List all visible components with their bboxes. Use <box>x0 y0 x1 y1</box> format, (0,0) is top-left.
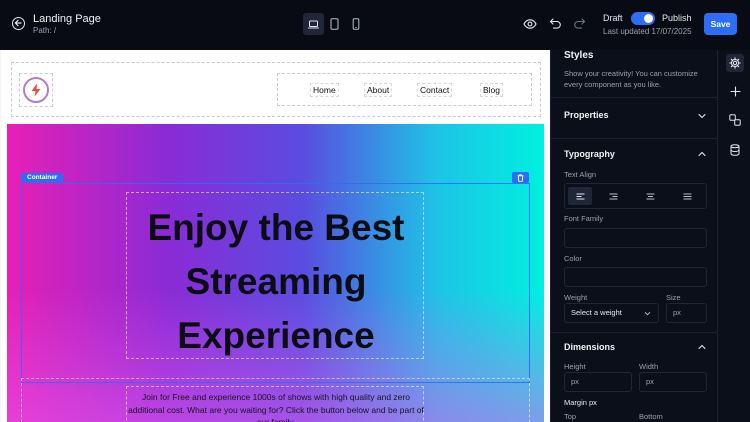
chevron-up-icon[interactable] <box>698 344 706 350</box>
container-tag: Container <box>21 173 64 182</box>
panel-title: Styles <box>564 50 594 61</box>
delete-button[interactable] <box>512 172 529 183</box>
size-input[interactable]: px <box>666 303 707 323</box>
hero-heading-block[interactable]: Enjoy the Best Streaming Experience <box>126 192 424 359</box>
chevron-down-icon[interactable] <box>698 113 706 119</box>
tablet-icon <box>330 18 339 30</box>
section-properties[interactable]: Properties <box>564 110 609 120</box>
back-button[interactable] <box>12 17 25 30</box>
divider <box>551 332 717 333</box>
site-logo <box>23 77 49 103</box>
publish-toggle[interactable] <box>631 12 655 25</box>
eye-icon <box>523 19 537 29</box>
align-justify-icon <box>683 193 692 199</box>
align-justify-button[interactable] <box>669 184 706 208</box>
color-input[interactable] <box>564 267 707 287</box>
page-title: Landing Page <box>33 13 101 25</box>
undo-button[interactable] <box>549 17 562 35</box>
page-preview: Home About Contact Blog Container Enjoy … <box>1 50 549 422</box>
rail-data-button[interactable] <box>726 141 744 159</box>
hero-heading-line-1: Enjoy the Best <box>147 207 405 248</box>
chevron-up-icon[interactable] <box>698 151 706 157</box>
preview-button[interactable] <box>523 17 537 36</box>
site-navbar[interactable]: Home About Contact Blog <box>11 62 541 117</box>
align-center-icon <box>646 193 655 199</box>
width-input[interactable]: px <box>639 372 707 392</box>
divider <box>551 97 717 98</box>
device-tablet-button[interactable] <box>324 13 345 35</box>
font-family-input[interactable] <box>564 228 707 248</box>
arrow-left-icon <box>14 19 22 27</box>
last-updated: Last updated 17/07/2025 <box>603 27 692 36</box>
right-toolbar <box>717 50 750 422</box>
hero-section[interactable]: Container Enjoy the Best Streaming Exper… <box>7 124 544 422</box>
align-left-button[interactable] <box>568 187 592 205</box>
size-label: Size <box>666 293 681 302</box>
text-align-group <box>564 183 707 209</box>
laptop-icon <box>308 20 319 28</box>
device-switcher <box>303 13 366 35</box>
nav-link-contact[interactable]: Contact <box>417 83 453 97</box>
weight-select-value: Select a weight <box>571 308 622 317</box>
page-path: Path: / <box>33 26 57 35</box>
device-mobile-button[interactable] <box>345 13 366 35</box>
text-align-label: Text Align <box>564 170 597 179</box>
margin-bottom-label: Bottom <box>639 412 663 421</box>
divider <box>551 138 717 139</box>
chevron-down-icon <box>644 311 651 316</box>
undo-icon <box>549 18 561 29</box>
database-icon <box>730 144 740 156</box>
align-center-button[interactable] <box>632 184 669 208</box>
margin-label: Margin px <box>564 398 597 407</box>
section-typography[interactable]: Typography <box>564 149 615 159</box>
hero-paragraph: Join for Free and experience 1000s of sh… <box>128 392 424 422</box>
redo-button[interactable] <box>573 17 586 35</box>
rail-styles-button[interactable] <box>726 54 744 72</box>
publish-label: Publish <box>662 13 692 23</box>
logo-container[interactable] <box>19 73 53 107</box>
save-button[interactable]: Save <box>704 13 737 35</box>
editor-canvas[interactable]: Home About Contact Blog Container Enjoy … <box>0 50 550 422</box>
hero-paragraph-block[interactable]: Join for Free and experience 1000s of sh… <box>126 386 424 422</box>
align-right-button[interactable] <box>595 184 632 208</box>
top-bar: Landing Page Path: / Draft Publish Last … <box>0 0 750 50</box>
align-left-icon <box>576 193 584 199</box>
height-label: Height <box>564 362 586 371</box>
hero-heading-line-3: Experience <box>177 315 375 356</box>
rail-add-button[interactable] <box>726 82 744 100</box>
nav-link-home[interactable]: Home <box>310 83 339 97</box>
margin-top-label: Top <box>564 412 577 421</box>
panel-description: Show your creativity! You can customize … <box>564 69 698 89</box>
lightning-icon <box>31 83 41 97</box>
width-label: Width <box>639 362 659 371</box>
height-input[interactable]: px <box>564 372 632 392</box>
redo-icon <box>574 18 586 29</box>
weight-label: Weight <box>564 293 588 302</box>
rail-components-button[interactable] <box>726 111 744 129</box>
nav-links: Home About Contact Blog <box>277 73 532 106</box>
shapes-icon <box>729 114 741 126</box>
font-family-label: Font Family <box>564 214 604 223</box>
toggle-knob <box>644 14 653 23</box>
styles-panel: Styles Show your creativity! You can cus… <box>550 50 717 422</box>
color-label: Color <box>564 254 582 263</box>
draft-label: Draft <box>603 13 623 23</box>
nav-link-about[interactable]: About <box>364 83 393 97</box>
trash-icon <box>517 173 524 182</box>
gear-icon <box>729 57 741 69</box>
section-dimensions[interactable]: Dimensions <box>564 342 615 352</box>
hero-heading: Enjoy the Best Streaming Experience <box>127 201 425 363</box>
plus-icon <box>729 85 741 97</box>
device-desktop-button[interactable] <box>303 13 324 35</box>
weight-select[interactable]: Select a weight <box>564 303 659 323</box>
nav-link-blog[interactable]: Blog <box>480 83 504 97</box>
mobile-icon <box>352 18 359 30</box>
align-right-icon <box>609 193 618 199</box>
hero-heading-line-2: Streaming <box>185 261 367 302</box>
